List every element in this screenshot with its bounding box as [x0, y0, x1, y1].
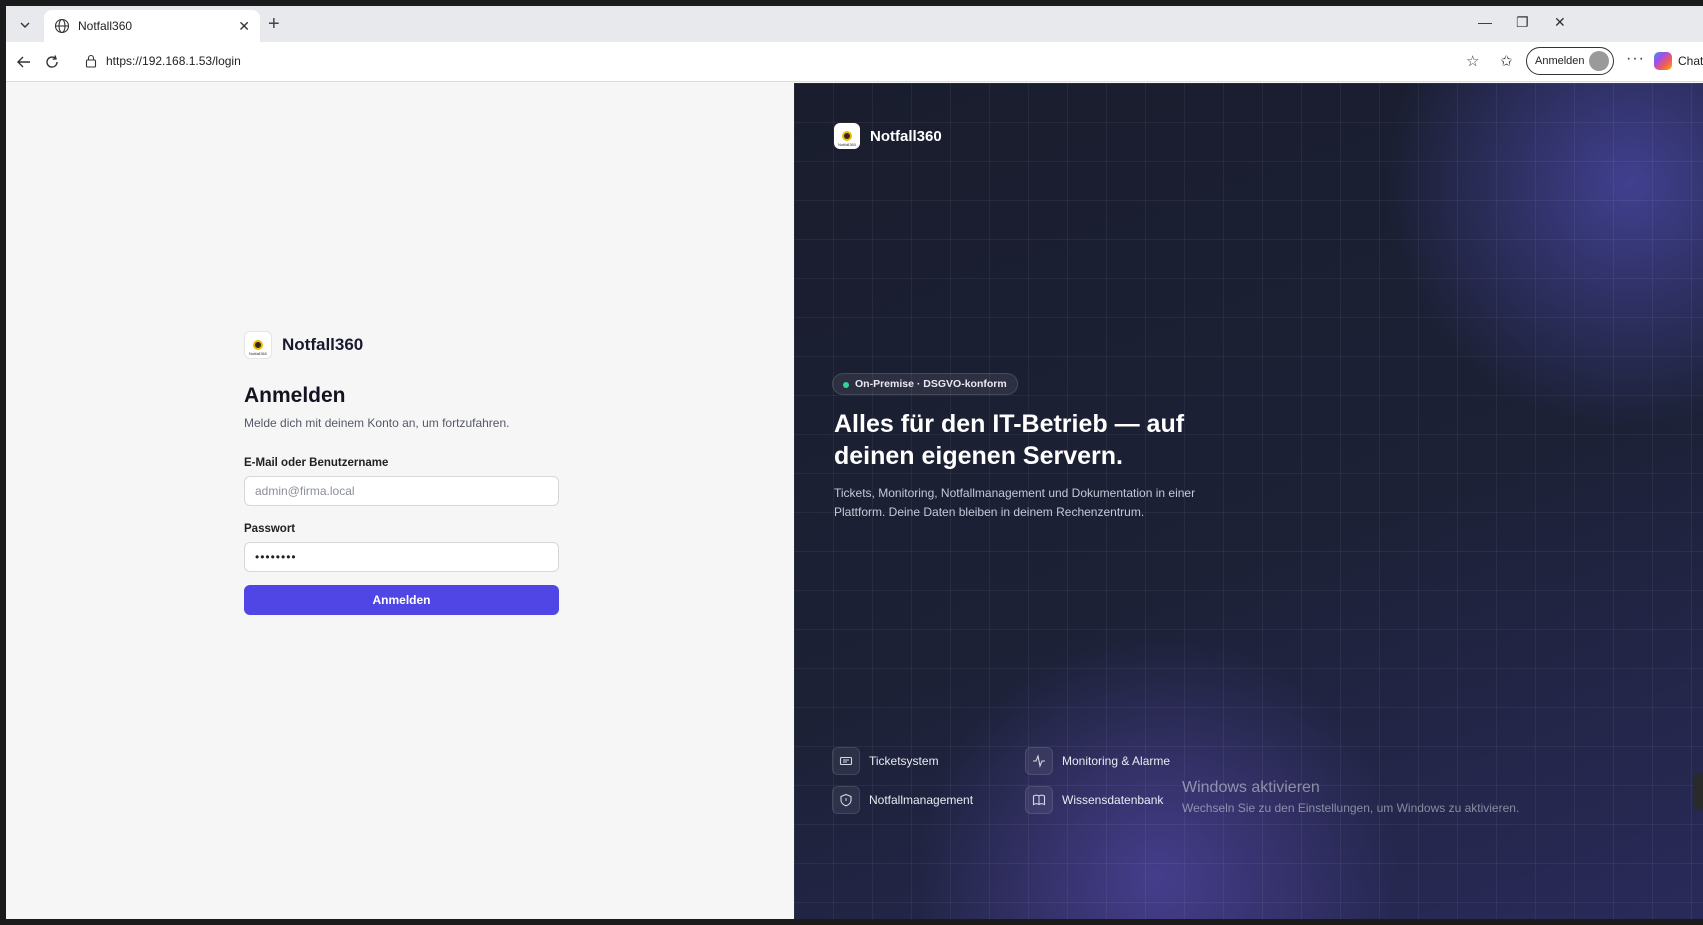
hero-headline: Alles für den IT-Betrieb — auf deinen ei… [834, 410, 1185, 470]
logo: Notfall360 [244, 331, 272, 359]
shield-icon [832, 786, 860, 814]
tab-title: Notfall360 [78, 19, 133, 33]
feature-label: Notfallmanagement [869, 793, 974, 807]
badge-text: On-Premise · DSGVO-konform [855, 378, 1007, 390]
login-panel: Notfall360 Notfall360 Anmelden Melde dic… [6, 83, 794, 919]
password-field[interactable]: •••••••• [244, 542, 559, 572]
hero-description: Tickets, Monitoring, Notfallmanagement u… [834, 486, 1196, 519]
page-content: Notfall360 Notfall360 Anmelden Melde dic… [6, 83, 1703, 919]
back-arrow-icon[interactable] [14, 52, 34, 72]
favorites-icon[interactable]: ✩ [1500, 52, 1513, 70]
activity-icon [1025, 747, 1053, 775]
tab-actions-chevron-icon[interactable] [12, 12, 38, 38]
status-badge: On-Premise · DSGVO-konform [832, 373, 1018, 395]
page-title: Anmelden [244, 384, 346, 407]
feature-wissensdatenbank: Wissensdatenbank [1025, 786, 1163, 814]
minimize-icon[interactable]: — [1478, 14, 1492, 30]
screen: Notfall360 ✕ + — ❐ ✕ https://192.168.1.5… [0, 0, 1703, 925]
globe-icon [54, 18, 70, 34]
feature-label: Monitoring & Alarme [1062, 754, 1171, 768]
more-options-icon[interactable]: ··· [1626, 50, 1645, 68]
copilot-icon[interactable] [1654, 52, 1672, 70]
brand: Notfall360 Notfall360 [244, 331, 560, 359]
submit-button[interactable]: Anmelden [244, 585, 559, 615]
lock-icon [85, 54, 97, 68]
close-window-icon[interactable]: ✕ [1554, 14, 1566, 31]
page-subtitle: Melde dich mit deinem Konto an, um fortz… [244, 416, 510, 430]
login-form: Notfall360 Notfall360 Anmelden Melde dic… [244, 331, 560, 615]
reload-icon[interactable] [42, 52, 62, 72]
close-tab-icon[interactable]: ✕ [238, 18, 250, 35]
password-label: Passwort [244, 523, 296, 535]
restore-icon[interactable]: ❐ [1516, 14, 1529, 31]
watermark-text: Wechseln Sie zu den Einstellungen, um Wi… [1182, 801, 1520, 815]
email-field[interactable] [244, 476, 559, 506]
address-bar-row: https://192.168.1.53/login ☆ ✩ Anmelden … [6, 42, 1703, 82]
hero-panel: Notfall360 Notfall360 On-Premise · DSGVO… [794, 83, 1703, 919]
hero-brand: Notfall360 Notfall360 [834, 123, 942, 149]
feature-label: Ticketsystem [869, 754, 939, 768]
new-tab-icon[interactable]: + [268, 14, 280, 34]
browser-tab[interactable]: Notfall360 ✕ [44, 10, 260, 42]
side-panel-handle[interactable] [1693, 773, 1703, 809]
windows-activation-watermark: Windows aktivieren Wechseln Sie zu den E… [1182, 779, 1519, 815]
url-field[interactable]: https://192.168.1.53/login [76, 47, 1506, 75]
hero-logo: Notfall360 [834, 123, 860, 149]
feature-monitoring: Monitoring & Alarme [1025, 747, 1170, 775]
chat-label[interactable]: Chat [1678, 54, 1703, 68]
profile-button[interactable]: Anmelden [1526, 47, 1614, 75]
brand-name: Notfall360 [282, 335, 364, 354]
hero-brand-name: Notfall360 [870, 127, 942, 145]
email-label: E-Mail oder Benutzername [244, 457, 389, 469]
avatar [1589, 51, 1609, 71]
ticket-icon [832, 747, 860, 775]
browser-window: Notfall360 ✕ + — ❐ ✕ https://192.168.1.5… [6, 6, 1703, 919]
status-dot-icon [843, 382, 849, 388]
feature-label: Wissensdatenbank [1062, 793, 1164, 807]
book-icon [1025, 786, 1053, 814]
feature-notfallmanagement: Notfallmanagement [832, 786, 973, 814]
watermark-title: Windows aktivieren [1182, 779, 1320, 796]
profile-label: Anmelden [1535, 55, 1585, 67]
favorite-star-icon[interactable]: ☆ [1466, 52, 1479, 70]
feature-ticketsystem: Ticketsystem [832, 747, 939, 775]
url-text: https://192.168.1.53/login [106, 54, 241, 68]
tab-bar: Notfall360 ✕ + — ❐ ✕ [6, 6, 1703, 42]
